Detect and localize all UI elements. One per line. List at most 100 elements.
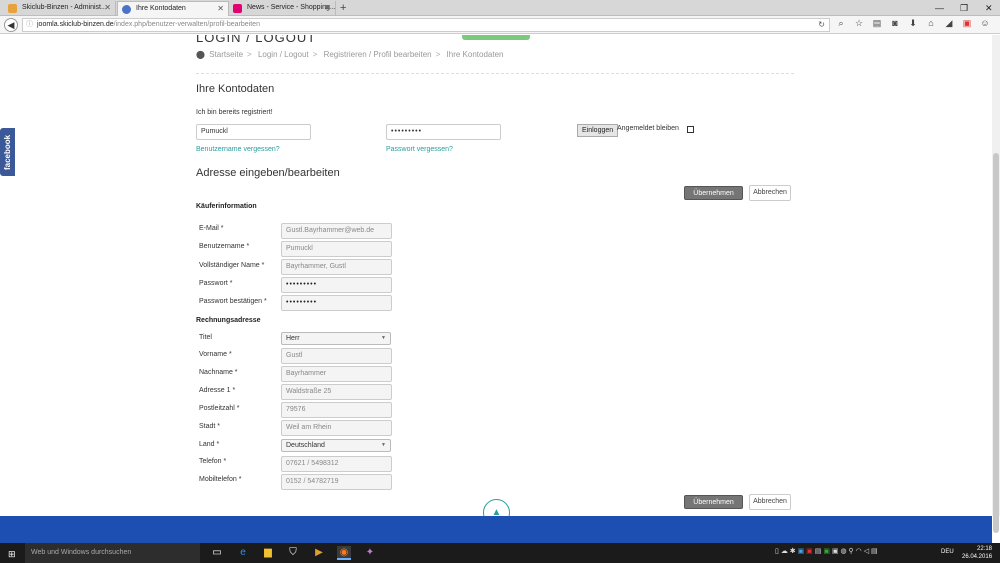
- back-arrow-icon[interactable]: ◀: [4, 18, 18, 32]
- tray-app-icon[interactable]: ◍: [840, 548, 846, 555]
- mobile-field[interactable]: 0152 / 54782719: [281, 474, 392, 490]
- addon-icon[interactable]: ▣: [958, 18, 976, 29]
- site-footer: [0, 516, 992, 543]
- address-field[interactable]: Waldstraße 25: [281, 384, 392, 400]
- system-tray: ▯ ☁ ✱ ▣ ▣ ▤ ▣ ▣ ◍ ⚲ ◠ ◁ ▤: [775, 547, 878, 555]
- battery-icon[interactable]: ▯: [775, 548, 779, 555]
- chat-icon[interactable]: ☺: [976, 18, 994, 28]
- download-icon[interactable]: ⬇: [904, 18, 922, 29]
- site-favicon-icon: [122, 5, 131, 14]
- login-button[interactable]: Einloggen: [577, 124, 619, 137]
- close-window-icon[interactable]: ✕: [985, 0, 993, 16]
- close-tab-icon[interactable]: ✕: [324, 1, 331, 15]
- taskbar-search[interactable]: Web und Windows durchsuchen: [25, 543, 200, 563]
- tab-skiclub-admin[interactable]: Skiclub-Binzen - Administ... ✕: [4, 1, 116, 16]
- cancel-button-bottom[interactable]: Abbrechen: [749, 494, 791, 510]
- forgot-password-link[interactable]: Passwort vergessen?: [386, 146, 453, 153]
- firstname-field[interactable]: Gustl: [281, 348, 392, 364]
- language-indicator[interactable]: DEU: [941, 549, 954, 555]
- registered-text: Ich bin bereits registriert!: [196, 109, 273, 116]
- send-icon[interactable]: ◢: [940, 18, 958, 29]
- breadcrumb-item[interactable]: Startseite: [209, 50, 243, 59]
- browser-tab-bar: Skiclub-Binzen - Administ... ✕ Ihre Kont…: [0, 0, 1000, 16]
- edge-browser-icon[interactable]: e: [236, 546, 250, 560]
- username-input[interactable]: Pumuckl: [196, 124, 311, 140]
- fullname-field[interactable]: Bayrhammer, Gustl: [281, 259, 392, 275]
- username-label: Benutzername *: [199, 243, 250, 250]
- home-icon[interactable]: ⌂: [922, 18, 940, 28]
- menu-icon[interactable]: ≡: [994, 18, 1000, 28]
- location-pin-icon: ⬤: [196, 50, 205, 59]
- cancel-button-top[interactable]: Abbrechen: [749, 185, 791, 201]
- reading-list-icon[interactable]: ▤: [868, 18, 886, 29]
- phone-field[interactable]: 07621 / 5498312: [281, 456, 392, 472]
- zip-field[interactable]: 79576: [281, 402, 392, 418]
- address-bar[interactable]: ⓘ joomla.skiclub-binzen.de/index.php/ben…: [22, 18, 830, 32]
- clock[interactable]: 22:18 26.04.2016: [962, 545, 992, 561]
- speaker-icon[interactable]: ◁: [864, 548, 869, 555]
- username-field[interactable]: Pumuckl: [281, 241, 392, 257]
- firefox-icon[interactable]: ◉: [337, 546, 351, 560]
- submit-button-top[interactable]: Übernehmen: [684, 186, 743, 200]
- address-title: Adresse eingeben/bearbeiten: [196, 167, 340, 179]
- address-label: Adresse 1 *: [199, 387, 236, 394]
- tray-app-icon[interactable]: ▣: [823, 548, 830, 555]
- app-icon[interactable]: ✦: [363, 546, 377, 560]
- search-icon[interactable]: ⌕: [832, 18, 850, 29]
- country-label: Land *: [199, 441, 220, 448]
- store-icon[interactable]: ⛉: [286, 546, 300, 560]
- browser-toolbar: ⌕☆▤◙⬇⌂◢▣☺≡: [832, 18, 1000, 29]
- media-player-icon[interactable]: ▶: [312, 546, 326, 560]
- tray-app-icon[interactable]: ▣: [798, 548, 805, 555]
- tray-app-icon[interactable]: ▣: [806, 548, 813, 555]
- phone-label: Telefon *: [199, 458, 227, 465]
- password-field[interactable]: •••••••••: [281, 277, 392, 293]
- tab-ihre-kontodaten[interactable]: Ihre Kontodaten ✕: [117, 1, 229, 16]
- country-select[interactable]: Deutschland ▼: [281, 439, 391, 452]
- password-confirm-field[interactable]: •••••••••: [281, 295, 392, 311]
- cloud-icon[interactable]: ☁: [781, 548, 788, 555]
- minimize-icon[interactable]: —: [935, 0, 944, 16]
- tray-app-icon[interactable]: ▣: [832, 548, 839, 555]
- bookmark-star-icon[interactable]: ☆: [850, 18, 868, 29]
- lastname-field[interactable]: Bayrhammer: [281, 366, 392, 382]
- breadcrumb-item[interactable]: Registrieren / Profil bearbeiten: [324, 50, 432, 59]
- city-field[interactable]: Weil am Rhein: [281, 420, 392, 436]
- file-explorer-icon[interactable]: ▆: [261, 546, 275, 560]
- bluetooth-icon[interactable]: ✱: [790, 548, 796, 555]
- pocket-icon[interactable]: ◙: [886, 18, 904, 28]
- tab-news-service[interactable]: News - Service - Shopping... ✕: [229, 1, 336, 16]
- remember-checkbox[interactable]: [687, 126, 694, 133]
- email-field[interactable]: Gustl.Bayrhammer@web.de: [281, 223, 392, 239]
- tray-app-icon[interactable]: ▤: [815, 548, 822, 555]
- fullname-label: Vollständiger Name *: [199, 262, 265, 269]
- info-icon[interactable]: ⓘ: [26, 19, 33, 31]
- password-input[interactable]: •••••••••: [386, 124, 501, 140]
- password-label: Passwort *: [199, 280, 233, 287]
- breadcrumb-item[interactable]: Login / Logout: [258, 50, 309, 59]
- new-tab-button[interactable]: +: [340, 1, 346, 15]
- reload-icon[interactable]: ↻: [818, 19, 825, 31]
- maximize-icon[interactable]: ❐: [960, 0, 968, 16]
- joomla-favicon-icon: [8, 4, 17, 13]
- close-tab-icon[interactable]: ✕: [104, 1, 111, 15]
- dropdown-arrow-icon: ▼: [381, 442, 386, 448]
- facebook-tab[interactable]: facebook: [0, 128, 15, 176]
- network-icon[interactable]: ⚲: [849, 548, 854, 555]
- zip-label: Postleitzahl *: [199, 405, 240, 412]
- close-tab-icon[interactable]: ✕: [217, 2, 224, 16]
- submit-button-bottom[interactable]: Übernehmen: [684, 495, 743, 509]
- telekom-favicon-icon: [233, 4, 242, 13]
- scroll-to-top-button[interactable]: ▲: [483, 499, 510, 516]
- password-confirm-label: Passwort bestätigen *: [199, 298, 267, 305]
- task-view-icon[interactable]: ▭: [210, 546, 224, 560]
- title-select[interactable]: Herr ▼: [281, 332, 391, 345]
- page-scrollbar[interactable]: [992, 35, 1000, 533]
- notification-icon[interactable]: ▤: [871, 548, 878, 555]
- buyer-section-title: Käuferinformation: [196, 203, 257, 210]
- scrollbar-thumb[interactable]: [993, 153, 999, 533]
- top-green-button[interactable]: [462, 35, 530, 40]
- forgot-username-link[interactable]: Benutzername vergessen?: [196, 146, 280, 153]
- wifi-icon[interactable]: ◠: [856, 548, 862, 555]
- windows-start-icon[interactable]: ⊞: [8, 549, 16, 560]
